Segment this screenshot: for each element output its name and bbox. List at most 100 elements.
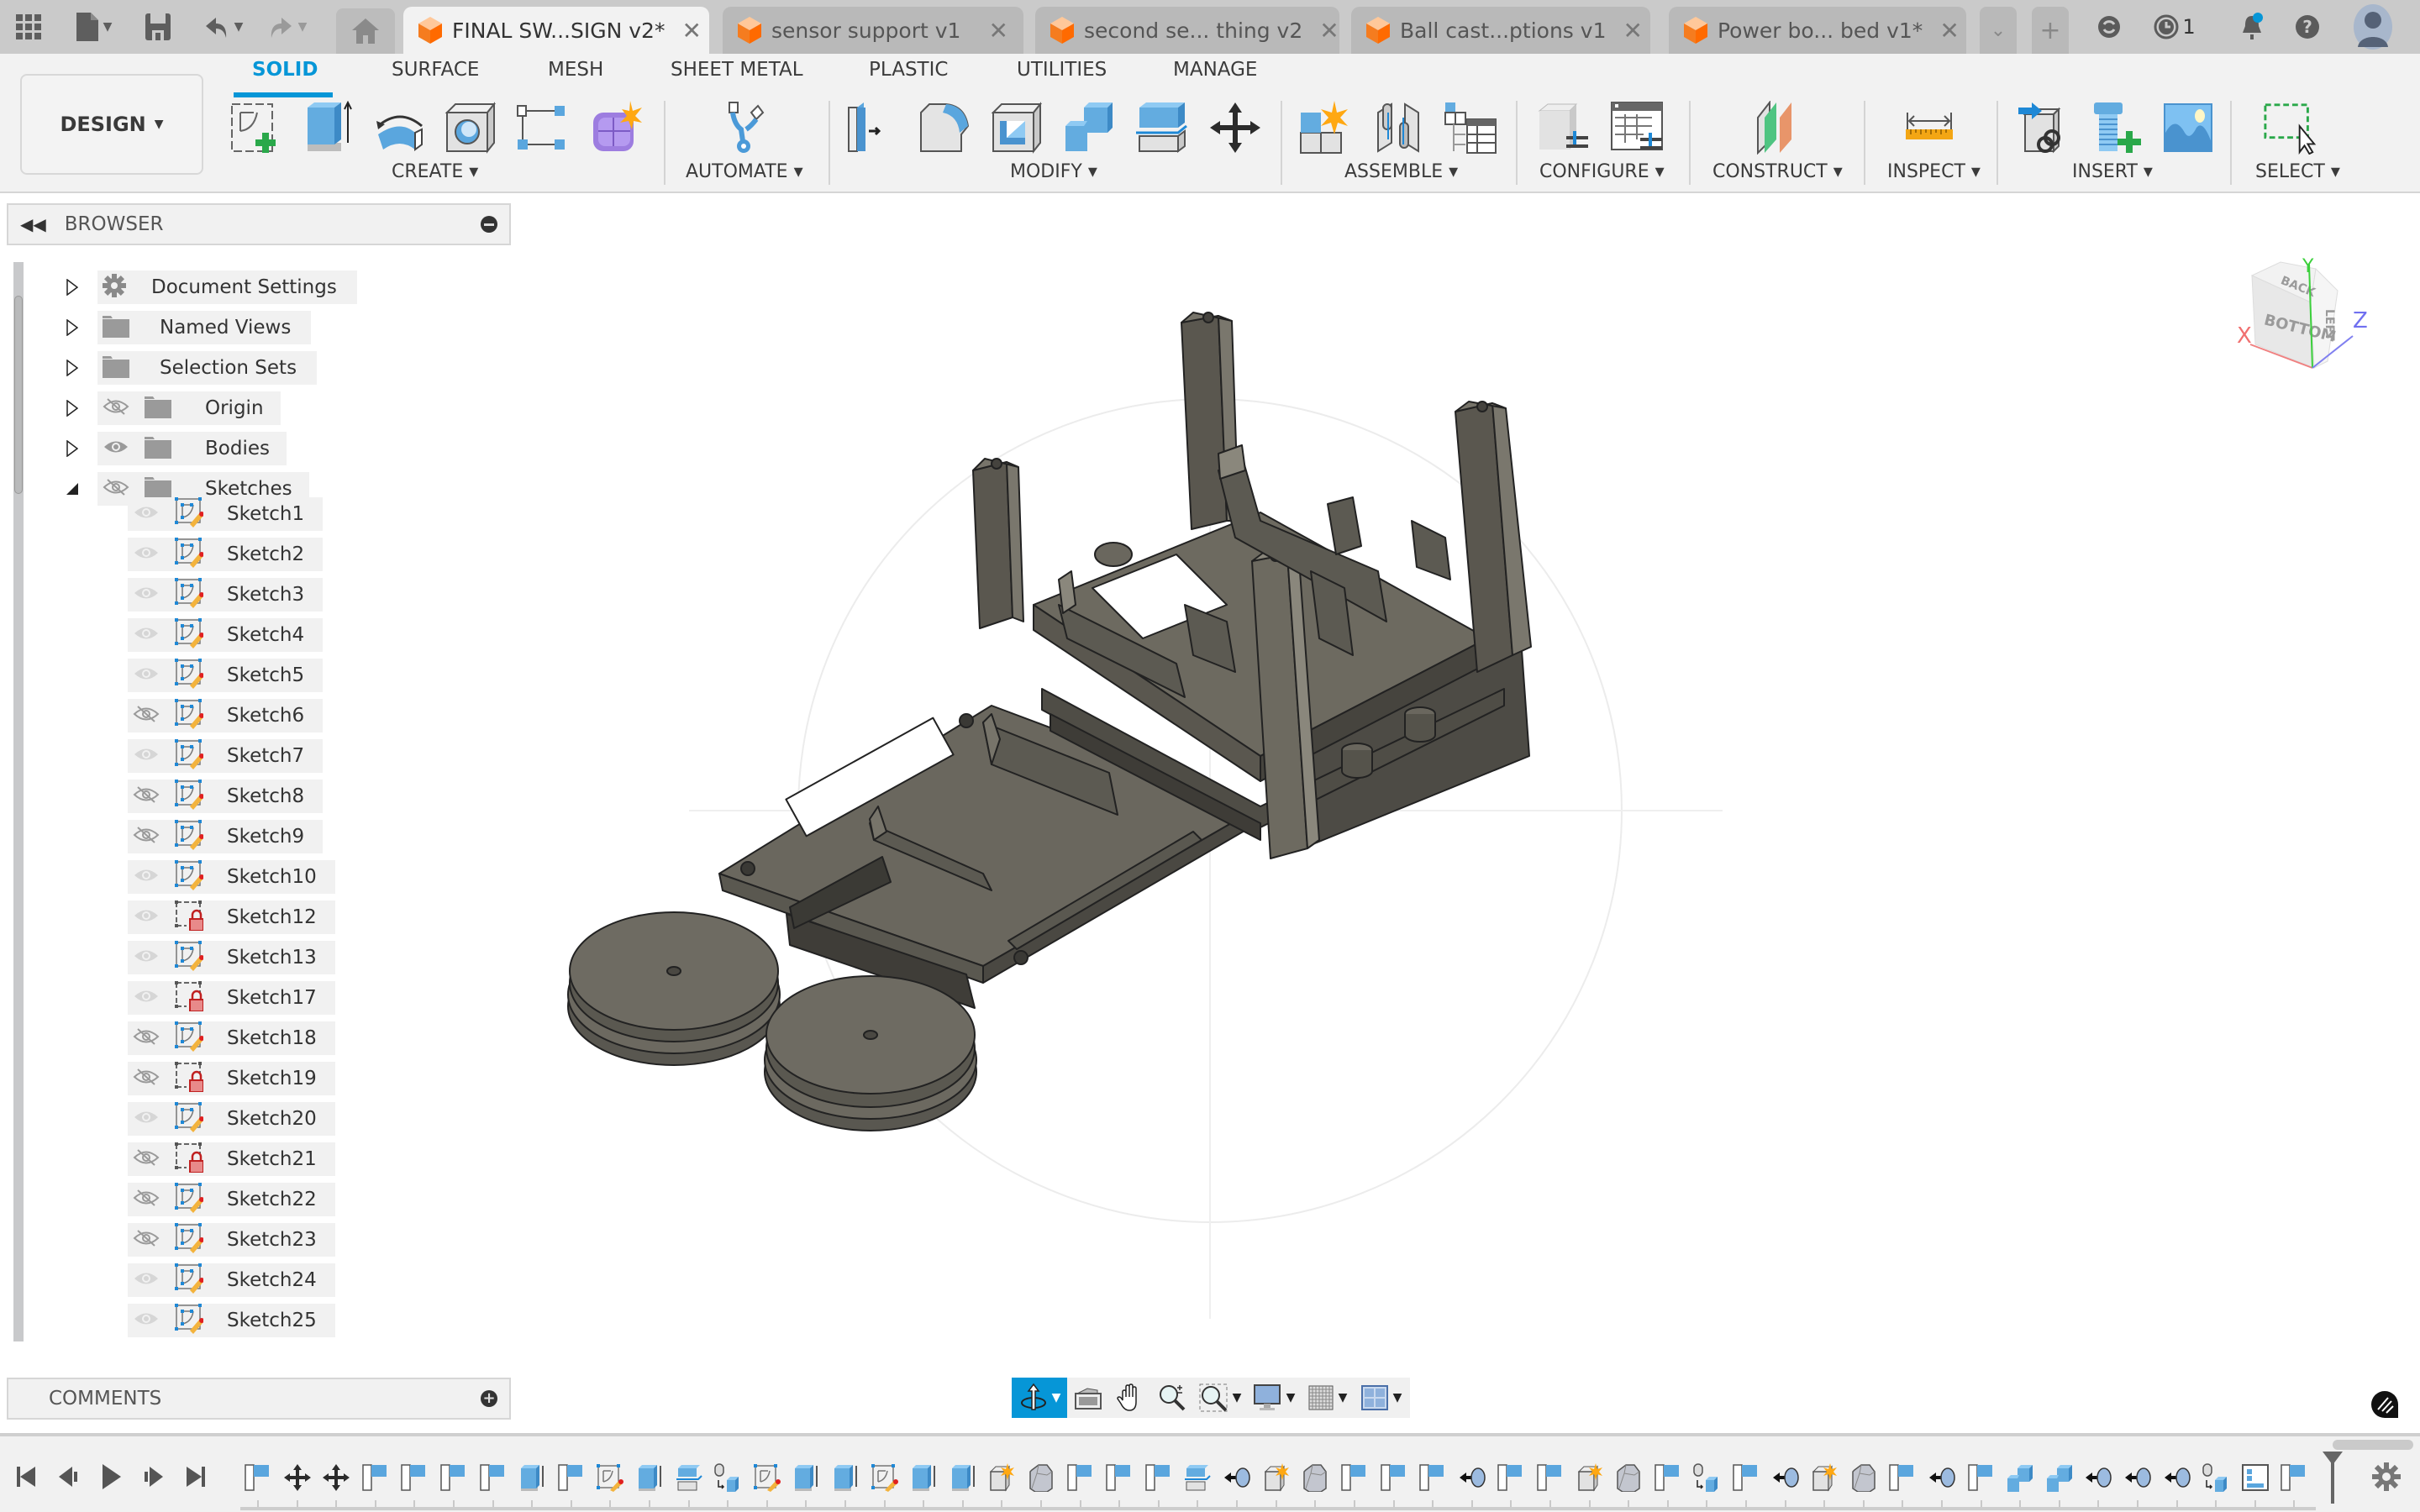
timeline-feature-joint-icon[interactable]: [1771, 1463, 1800, 1492]
browser-node-pill[interactable]: Selection Sets: [97, 351, 318, 385]
visibility-off-icon[interactable]: [133, 1148, 160, 1170]
timeline-feature-derive-icon[interactable]: [1692, 1463, 1721, 1492]
configure-group-label[interactable]: CONFIGURE ▾: [1539, 161, 1665, 182]
close-tab-icon[interactable]: ✕: [1939, 17, 1959, 45]
timeline-feature-body-icon[interactable]: [1027, 1463, 1055, 1493]
timeline-feature-body-icon[interactable]: [1614, 1463, 1643, 1493]
visibility-off-icon[interactable]: [133, 826, 160, 848]
step-forward-icon[interactable]: [139, 1463, 166, 1490]
sketch-pill[interactable]: Sketch20: [128, 1102, 335, 1136]
move-icon[interactable]: [1207, 99, 1264, 156]
timeline-track[interactable]: [240, 1507, 2316, 1510]
automate-group-label[interactable]: AUTOMATE ▾: [686, 161, 803, 182]
timeline-feature-plane-icon[interactable]: [400, 1463, 429, 1492]
timeline-feature-plane-icon[interactable]: [244, 1463, 272, 1492]
sketch-pill[interactable]: Sketch1: [128, 497, 324, 531]
sketch-pill[interactable]: Sketch18: [128, 1021, 335, 1055]
collapse-panel-icon[interactable]: ◀◀: [20, 214, 46, 234]
create-group-label[interactable]: CREATE ▾: [392, 161, 478, 182]
browser-node-pill[interactable]: Origin: [97, 391, 281, 425]
timeline-scrollbar[interactable]: [2333, 1440, 2413, 1450]
timeline-feature-plane-icon[interactable]: [2280, 1463, 2308, 1492]
apps-grid-icon[interactable]: [12, 8, 45, 45]
shell-icon[interactable]: [988, 99, 1045, 156]
visibility-on-icon[interactable]: [133, 1269, 160, 1291]
timeline-feature-plane-icon[interactable]: [1340, 1463, 1369, 1492]
sketch-pill[interactable]: Sketch6: [128, 699, 324, 732]
offline-sync-icon[interactable]: [2094, 10, 2124, 44]
sketch-pill[interactable]: Sketch19: [128, 1062, 335, 1095]
construct-group-label[interactable]: CONSTRUCT ▾: [1712, 161, 1843, 182]
browser-node-pill[interactable]: Bodies: [97, 432, 287, 465]
timeline-feature-body-icon[interactable]: [1301, 1463, 1329, 1493]
measure-icon[interactable]: [1901, 99, 1958, 156]
timeline-feature-extrude-icon[interactable]: [792, 1463, 820, 1492]
sketch-pill[interactable]: Sketch24: [128, 1263, 335, 1297]
redo-button[interactable]: ▼: [262, 8, 313, 45]
sketch-pill[interactable]: Sketch22: [128, 1183, 335, 1216]
sketch-pill[interactable]: Sketch21: [128, 1142, 335, 1176]
add-comment-icon[interactable]: +: [481, 1390, 497, 1407]
timeline-feature-body-icon[interactable]: [1849, 1463, 1878, 1493]
fillet-icon[interactable]: [916, 99, 973, 156]
tab-sheet-metal[interactable]: SHEET METAL: [671, 59, 803, 81]
timeline-feature-component-icon[interactable]: [1810, 1463, 1839, 1492]
create-sketch-icon[interactable]: [227, 99, 284, 156]
undo-button[interactable]: ▼: [198, 8, 249, 45]
expand-arrow-icon[interactable]: [64, 277, 81, 297]
timeline-feature-plane-icon[interactable]: [1732, 1463, 1760, 1492]
pattern-icon[interactable]: [513, 99, 570, 156]
sketch-pill[interactable]: Sketch12: [128, 900, 335, 934]
timeline-feature-split-icon[interactable]: [675, 1463, 703, 1492]
timeline-feature-joint-icon[interactable]: [2123, 1463, 2152, 1492]
sketch-pill[interactable]: Sketch8: [128, 780, 324, 813]
visibility-off-icon[interactable]: [133, 1068, 160, 1089]
minimize-panel-icon[interactable]: [481, 216, 497, 233]
timeline-feature-plane-icon[interactable]: [361, 1463, 390, 1492]
extrude-icon[interactable]: [299, 99, 356, 156]
save-icon[interactable]: [143, 8, 173, 45]
joint-icon[interactable]: [1370, 99, 1427, 156]
timeline-feature-plane-icon[interactable]: [1066, 1463, 1095, 1492]
browser-node-selection-sets[interactable]: Selection Sets: [0, 351, 504, 385]
configuration-table-icon[interactable]: [1608, 99, 1665, 156]
timeline-feature-plane-icon[interactable]: [1380, 1463, 1408, 1492]
timeline-feature-plane-icon[interactable]: [1144, 1463, 1173, 1492]
insert-derive-icon[interactable]: [2015, 99, 2072, 156]
timeline-feature-plane-icon[interactable]: [1967, 1463, 1996, 1492]
grid-snaps-button[interactable]: ▼: [1301, 1378, 1355, 1418]
viewports-button[interactable]: ▼: [1355, 1378, 1408, 1418]
timeline-feature-combine-icon[interactable]: [2006, 1463, 2034, 1492]
automate-icon[interactable]: [716, 99, 773, 156]
browser-node-pill[interactable]: Document Settings: [97, 270, 357, 304]
inspect-group-label[interactable]: INSPECT ▾: [1887, 161, 1981, 182]
close-tab-icon[interactable]: ✕: [989, 17, 1008, 45]
user-avatar[interactable]: [2353, 3, 2393, 50]
visibility-off-icon[interactable]: [133, 1027, 160, 1049]
sketch-pill[interactable]: Sketch4: [128, 618, 324, 652]
go-to-end-icon[interactable]: [182, 1463, 208, 1490]
expanded-arrow-icon[interactable]: [64, 479, 81, 499]
visibility-on-icon[interactable]: [103, 438, 129, 459]
timeline-feature-move-icon[interactable]: [283, 1463, 312, 1492]
timeline-feature-component-icon[interactable]: [987, 1463, 1016, 1492]
job-status-button[interactable]: 1: [2149, 10, 2200, 44]
timeline-feature-plane-icon[interactable]: [439, 1463, 468, 1492]
insert-group-label[interactable]: INSERT ▾: [2072, 161, 2153, 182]
zoom-icon[interactable]: [1151, 1378, 1193, 1418]
timeline-feature-extrude-icon[interactable]: [518, 1463, 546, 1492]
modify-group-label[interactable]: MODIFY ▾: [1010, 161, 1097, 182]
hole-icon[interactable]: [442, 99, 499, 156]
timeline-feature-plane-icon[interactable]: [1105, 1463, 1134, 1492]
play-icon[interactable]: [97, 1463, 124, 1490]
visibility-off-icon[interactable]: [133, 1189, 160, 1210]
combine-icon[interactable]: [1060, 99, 1118, 156]
close-tab-icon[interactable]: ✕: [1623, 17, 1642, 45]
go-to-start-icon[interactable]: [13, 1463, 40, 1490]
tab-solid[interactable]: SOLID: [252, 59, 318, 81]
timeline-feature-move-icon[interactable]: [322, 1463, 350, 1492]
select-group-label[interactable]: SELECT ▾: [2255, 161, 2340, 182]
visibility-off-icon[interactable]: [133, 1229, 160, 1251]
document-tab[interactable]: Power bo... bed v1* ✕: [1669, 7, 1966, 54]
timeline-feature-extrude-icon[interactable]: [635, 1463, 664, 1492]
